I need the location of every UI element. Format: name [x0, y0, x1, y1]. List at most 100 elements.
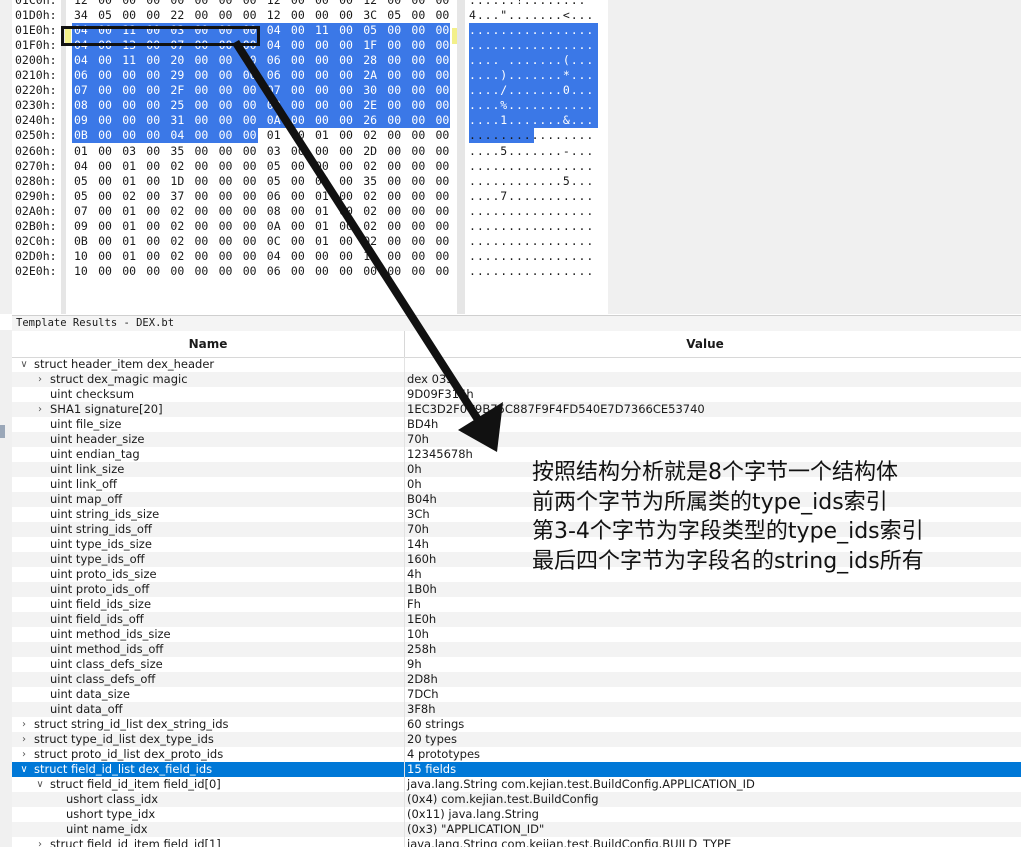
- hex-byte[interactable]: 04: [74, 53, 99, 68]
- hex-byte[interactable]: 12: [267, 0, 292, 8]
- hex-byte[interactable]: 07: [74, 83, 99, 98]
- tree-row[interactable]: uint proto_ids_off 1B0h: [12, 582, 1021, 597]
- hex-byte[interactable]: 00: [291, 219, 316, 234]
- hex-byte[interactable]: 00: [339, 113, 364, 128]
- hex-byte[interactable]: 00: [387, 0, 412, 8]
- hex-byte[interactable]: 00: [195, 144, 220, 159]
- hex-byte[interactable]: 00: [436, 189, 461, 204]
- hex-byte[interactable]: 11: [315, 23, 340, 38]
- hex-ascii[interactable]: ................: [469, 23, 594, 38]
- hex-byte[interactable]: 07: [267, 83, 292, 98]
- hex-byte[interactable]: 22: [170, 8, 195, 23]
- tree-row[interactable]: ushort class_idx (0x4) com.kejian.test.Bu…: [12, 792, 1021, 807]
- hex-byte[interactable]: 25: [170, 98, 195, 113]
- hex-byte[interactable]: 35: [170, 144, 195, 159]
- tree-row[interactable]: uint field_ids_off 1E0h: [12, 612, 1021, 627]
- hex-byte[interactable]: 06: [267, 189, 292, 204]
- hex-byte[interactable]: 00: [315, 8, 340, 23]
- hex-byte[interactable]: 00: [411, 68, 436, 83]
- hex-byte[interactable]: 00: [170, 264, 195, 279]
- hex-byte[interactable]: 00: [98, 83, 123, 98]
- hex-byte[interactable]: 01: [315, 234, 340, 249]
- hex-byte[interactable]: 00: [291, 128, 316, 143]
- hex-byte[interactable]: 00: [411, 8, 436, 23]
- hex-byte[interactable]: 00: [243, 234, 268, 249]
- hex-byte[interactable]: 00: [387, 204, 412, 219]
- tree-row[interactable]: uint method_ids_off 258h: [12, 642, 1021, 657]
- tree-row[interactable]: › struct type_id_list dex_type_ids 20 type…: [12, 732, 1021, 747]
- hex-byte[interactable]: 00: [315, 144, 340, 159]
- hex-byte[interactable]: 08: [74, 98, 99, 113]
- hex-byte[interactable]: 00: [98, 159, 123, 174]
- tree-row[interactable]: uint class_defs_off 2D8h: [12, 672, 1021, 687]
- tree-row[interactable]: ∨ struct field_id_item field_id[0] java.la…: [12, 777, 1021, 792]
- hex-byte[interactable]: 29: [170, 68, 195, 83]
- hex-byte[interactable]: 00: [146, 0, 171, 8]
- hex-byte[interactable]: 02: [170, 204, 195, 219]
- chevron-down-icon[interactable]: ∨: [18, 762, 30, 777]
- chevron-down-icon[interactable]: ∨: [18, 357, 30, 372]
- hex-byte[interactable]: 00: [411, 113, 436, 128]
- hex-byte[interactable]: 00: [436, 0, 461, 8]
- hex-byte[interactable]: 00: [339, 189, 364, 204]
- hex-row[interactable]: 0280h: 05 00 01 00 1D 00 00 00 05 00 03 00 35 00 00 00..…: [0, 174, 608, 189]
- hex-byte[interactable]: 00: [219, 128, 244, 143]
- hex-byte[interactable]: 01: [315, 128, 340, 143]
- tree-row[interactable]: › struct field_id_item field_id[1] java.la…: [12, 837, 1021, 847]
- hex-byte[interactable]: 03: [267, 144, 292, 159]
- hex-byte[interactable]: 00: [195, 128, 220, 143]
- hex-byte[interactable]: 00: [122, 68, 147, 83]
- hex-byte[interactable]: 00: [315, 83, 340, 98]
- hex-byte[interactable]: 00: [436, 53, 461, 68]
- tree-row[interactable]: ushort type_idx (0x11) java.lang.String: [12, 807, 1021, 822]
- hex-byte[interactable]: 00: [243, 113, 268, 128]
- hex-byte[interactable]: 02: [363, 128, 388, 143]
- hex-byte[interactable]: 04: [267, 249, 292, 264]
- hex-byte[interactable]: 12: [267, 8, 292, 23]
- hex-byte[interactable]: 00: [411, 159, 436, 174]
- hex-byte[interactable]: 02: [170, 249, 195, 264]
- hex-byte[interactable]: 00: [146, 113, 171, 128]
- hex-byte[interactable]: 00: [436, 264, 461, 279]
- hex-row[interactable]: 0230h: 08 00 00 00 25 00 00 00 08 00 00 00 2E 00 00 00..…: [0, 98, 608, 114]
- hex-byte[interactable]: 08: [267, 204, 292, 219]
- tree-row[interactable]: uint checksum 9D09F314h: [12, 387, 1021, 402]
- hex-byte[interactable]: 00: [387, 23, 412, 38]
- hex-byte[interactable]: 00: [146, 264, 171, 279]
- hex-byte[interactable]: 00: [98, 144, 123, 159]
- hex-byte[interactable]: 03: [315, 174, 340, 189]
- hex-byte[interactable]: 00: [411, 249, 436, 264]
- hex-byte[interactable]: 00: [387, 234, 412, 249]
- hex-byte[interactable]: 00: [243, 0, 268, 8]
- hex-byte[interactable]: 00: [339, 204, 364, 219]
- hex-byte[interactable]: 00: [243, 249, 268, 264]
- hex-row[interactable]: 0250h: 0B 00 00 00 04 00 00 00 01 00 01 00 02 00 00 00..…: [0, 128, 608, 144]
- hex-row[interactable]: 01D0h: 34 05 00 00 22 00 00 00 12 00 00 00 3C 05 00 00 4.…: [0, 8, 608, 23]
- hex-byte[interactable]: 01: [122, 219, 147, 234]
- hex-ascii[interactable]: ................: [469, 234, 594, 249]
- hex-byte[interactable]: 00: [315, 98, 340, 113]
- hex-byte[interactable]: 0C: [267, 234, 292, 249]
- hex-byte[interactable]: 01: [122, 204, 147, 219]
- hex-byte[interactable]: 00: [411, 219, 436, 234]
- hex-byte[interactable]: 04: [267, 38, 292, 53]
- hex-byte[interactable]: 26: [363, 113, 388, 128]
- hex-byte[interactable]: 00: [436, 98, 461, 113]
- hex-byte[interactable]: 00: [146, 219, 171, 234]
- hex-byte[interactable]: 00: [339, 219, 364, 234]
- hex-byte[interactable]: 00: [436, 144, 461, 159]
- hex-byte[interactable]: 00: [315, 159, 340, 174]
- hex-byte[interactable]: 00: [146, 249, 171, 264]
- hex-byte[interactable]: 00: [436, 234, 461, 249]
- hex-byte[interactable]: 00: [411, 189, 436, 204]
- hex-byte[interactable]: 00: [387, 83, 412, 98]
- hex-byte[interactable]: 05: [387, 8, 412, 23]
- hex-ascii[interactable]: ................: [469, 128, 594, 143]
- hex-byte[interactable]: 00: [411, 234, 436, 249]
- hex-byte[interactable]: 00: [436, 204, 461, 219]
- hex-byte[interactable]: 00: [291, 159, 316, 174]
- hex-byte[interactable]: 00: [146, 189, 171, 204]
- hex-byte[interactable]: 1D: [170, 174, 195, 189]
- hex-byte[interactable]: 07: [74, 204, 99, 219]
- hex-byte[interactable]: 00: [98, 98, 123, 113]
